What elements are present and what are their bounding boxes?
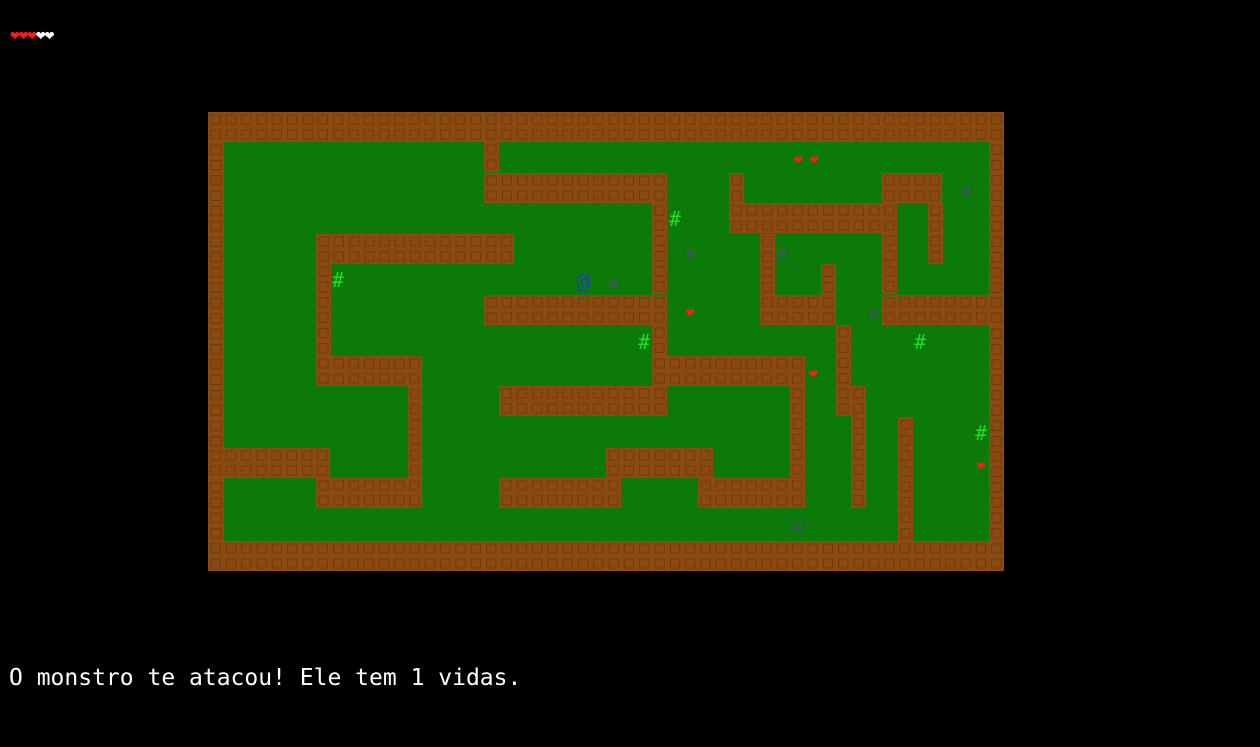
wall-segment — [729, 173, 744, 203]
wall-segment — [316, 264, 331, 356]
monster-icon: ☠ — [793, 517, 803, 536]
door-icon: # — [669, 207, 681, 231]
wall-segment — [760, 295, 836, 325]
player-icon: @ — [576, 270, 589, 295]
heart-full-icon: ❤ — [27, 25, 37, 44]
monster-icon: ☠ — [609, 273, 619, 292]
status-message: O monstro te atacou! Ele tem 1 vidas. — [9, 665, 522, 691]
door-icon: # — [332, 268, 344, 292]
monster-icon: ☠ — [869, 303, 879, 322]
maze-map: @ ☠ ☠ ☠ ☠ ☠ ☠ ❤ ❤ ❤ ❤ ❤ # # # # # — [208, 112, 1004, 571]
monster-icon: ☠ — [961, 181, 971, 200]
wall-segment — [836, 386, 866, 416]
heart-pickup-icon: ❤ — [685, 303, 694, 321]
heart-full-icon: ❤ — [18, 25, 29, 44]
door-icon: # — [975, 421, 987, 445]
wall-segment — [760, 234, 775, 295]
heart-pickup-icon: ❤ — [809, 150, 818, 168]
wall-segment — [499, 386, 667, 416]
heart-pickup-icon: ❤ — [808, 364, 817, 382]
wall-segment — [316, 356, 422, 386]
wall-segment — [652, 203, 667, 294]
door-icon: # — [914, 330, 926, 354]
heart-empty-icon: ❤ — [44, 25, 55, 44]
wall-segment — [698, 478, 805, 508]
door-icon: # — [638, 330, 650, 354]
wall-segment — [821, 264, 836, 295]
wall-segment — [989, 142, 1004, 541]
heart-pickup-icon: ❤ — [793, 150, 802, 168]
wall-segment — [606, 448, 713, 478]
wall-segment — [484, 142, 499, 172]
wall-segment — [851, 416, 866, 508]
game-board[interactable]: @ ☠ ☠ ☠ ☠ ☠ ☠ ❤ ❤ ❤ ❤ ❤ # # # # # — [208, 112, 1004, 571]
heart-full-icon: ❤ — [10, 25, 20, 44]
wall-segment — [928, 203, 943, 264]
heart-pickup-icon: ❤ — [976, 456, 985, 474]
health-bar: ❤❤❤❤❤ — [10, 25, 55, 45]
wall-segment — [729, 203, 897, 233]
wall-segment — [882, 173, 942, 203]
wall-segment — [316, 234, 514, 264]
wall-segment — [408, 386, 422, 478]
monster-icon: ☠ — [777, 243, 787, 262]
heart-empty-icon: ❤ — [35, 25, 46, 44]
wall-segment — [790, 386, 805, 477]
monster-icon: ☠ — [685, 243, 695, 262]
wall-segment — [882, 233, 897, 294]
wall-segment — [208, 142, 224, 541]
wall-segment — [652, 356, 805, 386]
wall-segment — [316, 478, 422, 508]
